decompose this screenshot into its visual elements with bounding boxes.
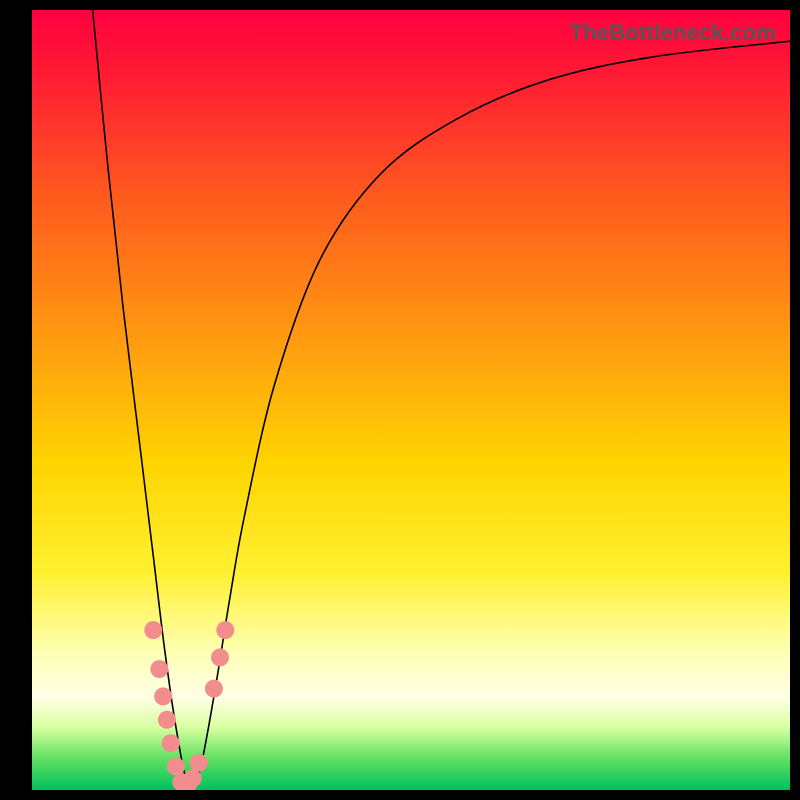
- curve-marker: [216, 621, 234, 639]
- bottleneck-curve-svg: [32, 10, 790, 790]
- bottleneck-curve-path: [93, 10, 790, 787]
- curve-marker: [211, 648, 229, 666]
- curve-marker: [144, 621, 162, 639]
- curve-marker: [150, 660, 168, 678]
- plot-area: TheBottleneck.com: [32, 10, 790, 790]
- curve-marker: [167, 758, 185, 776]
- chart-frame: TheBottleneck.com: [0, 0, 800, 800]
- marker-group: [144, 621, 234, 790]
- curve-marker: [162, 734, 180, 752]
- curve-marker: [158, 711, 176, 729]
- curve-marker: [154, 687, 172, 705]
- curve-marker: [184, 769, 202, 787]
- curve-marker: [205, 680, 223, 698]
- curve-marker: [190, 754, 208, 772]
